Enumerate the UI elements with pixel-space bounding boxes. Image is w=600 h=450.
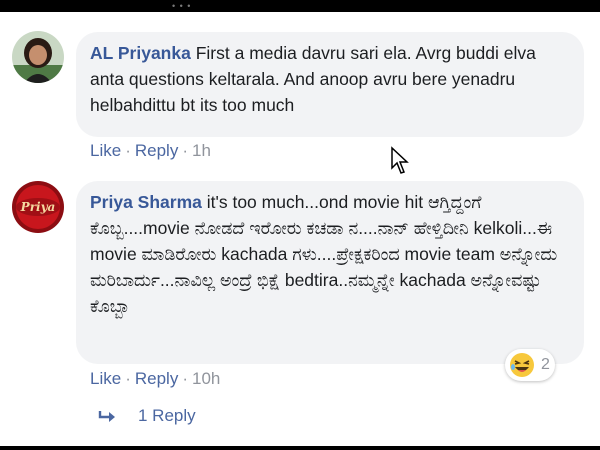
avatar-logo-text: Priya [20, 200, 56, 214]
reply-arrow-icon [98, 411, 115, 422]
more-dots: • • • [172, 1, 192, 11]
view-replies-label: 1 Reply [138, 406, 196, 425]
mouse-cursor-icon [390, 146, 412, 181]
reaction-summary[interactable]: 2 [505, 349, 555, 381]
comment-author[interactable]: AL Priyanka [90, 43, 191, 63]
reply-button[interactable]: Reply [135, 141, 178, 160]
avatar-priya-sharma[interactable]: Priya [12, 181, 64, 233]
profile-photo-icon [12, 31, 64, 83]
comment-actions-2: Like · Reply · 10h [90, 369, 220, 389]
comment-bubble-1: AL Priyanka First a media davru sari ela… [76, 32, 584, 137]
reply-button[interactable]: Reply [135, 369, 178, 388]
comment-actions-1: Like · Reply · 1h [90, 141, 211, 161]
profile-logo-icon: Priya [12, 181, 64, 233]
separator: · [182, 141, 188, 160]
separator: · [125, 141, 131, 160]
like-button[interactable]: Like [90, 369, 121, 388]
comment-author[interactable]: Priya Sharma [90, 192, 202, 212]
avatar-al-priyanka[interactable] [12, 31, 64, 83]
comment-timestamp[interactable]: 10h [192, 369, 220, 388]
comment-bubble-2: Priya Sharma it's too much...ond movie h… [76, 181, 584, 364]
comment-timestamp[interactable]: 1h [192, 141, 211, 160]
view-replies-link[interactable]: 1 Reply [98, 406, 196, 426]
separator: · [182, 369, 188, 388]
reaction-count: 2 [541, 356, 550, 373]
laughing-emoji-icon [510, 353, 534, 377]
like-button[interactable]: Like [90, 141, 121, 160]
top-black-bar: • • • [0, 0, 600, 12]
bottom-black-bar [0, 446, 600, 450]
separator: · [125, 369, 131, 388]
reaction-bubble: 2 [505, 349, 555, 381]
